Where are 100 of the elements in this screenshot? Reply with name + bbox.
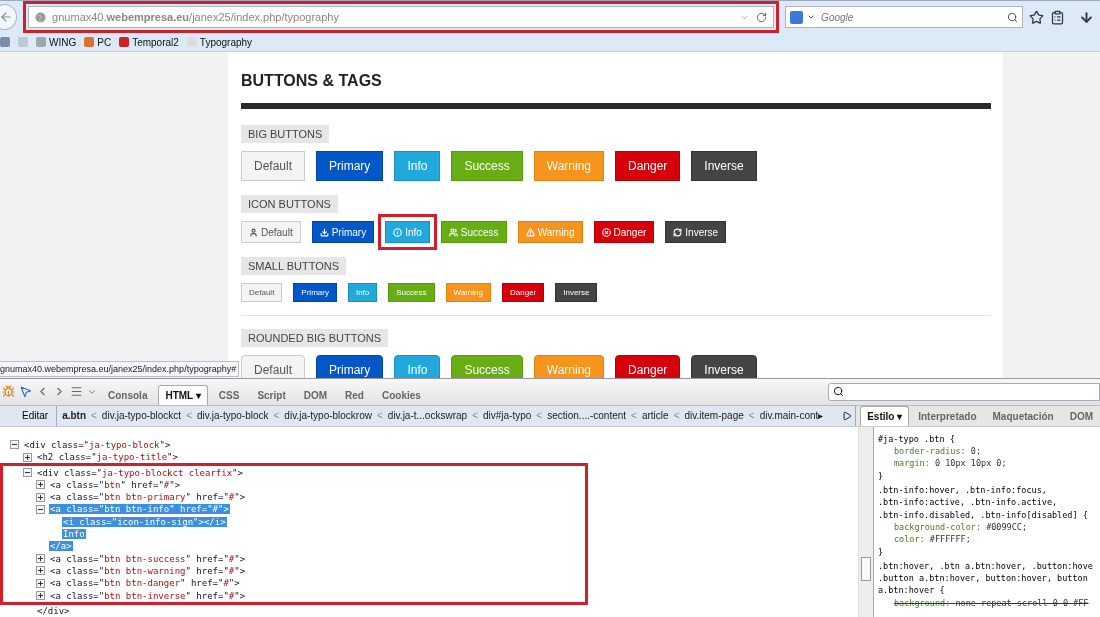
expand-icon[interactable] (36, 554, 45, 564)
inspect-icon[interactable] (19, 385, 32, 399)
page-button[interactable]: Primary (293, 283, 337, 303)
collapse-icon[interactable] (36, 504, 45, 514)
warning-icon (525, 227, 535, 237)
panel-tab[interactable]: Cookies (375, 384, 428, 405)
search-field[interactable]: Google (819, 10, 1003, 24)
expand-icon[interactable] (36, 578, 45, 588)
bookmark[interactable]: PC (84, 36, 112, 48)
breadcrumb-separator: < (536, 410, 543, 422)
breadcrumb[interactable]: div.ja-t...ockswrap (387, 410, 468, 422)
breadcrumb-separator: < (273, 410, 280, 422)
breadcrumb[interactable]: div.main-cont▸ (759, 410, 824, 422)
back-icon (0, 10, 14, 24)
section-title: SMALL BUTTONS (241, 257, 347, 276)
edit-button[interactable]: Editar (0, 405, 58, 426)
css-declaration: background-color: #0099CC; (893, 520, 1029, 534)
collapse-icon[interactable] (10, 440, 19, 450)
panel-tab[interactable]: DOM (1062, 405, 1100, 426)
breadcrumb-separator: < (186, 410, 192, 422)
breadcrumb[interactable]: div#ja-typo (482, 410, 532, 422)
search-bar[interactable]: Google (785, 6, 1023, 28)
expand-icon[interactable] (23, 452, 32, 462)
scroll-right-icon[interactable] (842, 410, 853, 421)
section-title: ROUNDED BIG BUTTONS (241, 329, 389, 348)
panel-tab[interactable]: Estilo ▾ (860, 405, 910, 426)
bookmark[interactable]: WING (36, 36, 77, 48)
users-icon (448, 227, 458, 237)
breadcrumb[interactable]: div.item-page (684, 410, 744, 422)
page-button[interactable]: Primary (311, 221, 375, 244)
breadcrumb[interactable]: section....-content (547, 410, 627, 422)
code-line[interactable]: <h2 class="ja-typo-title"> (36, 452, 179, 463)
menu-icon[interactable] (70, 385, 83, 399)
panel-tab[interactable]: CSS (211, 384, 247, 405)
breadcrumb-separator: < (472, 410, 478, 422)
page-button[interactable]: Inverse (665, 221, 727, 244)
page-button[interactable]: Default (241, 283, 283, 303)
bookmark-icon[interactable] (0, 37, 10, 48)
breadcrumb-separator: < (631, 410, 637, 422)
panel-tab[interactable]: HTML ▾ (158, 384, 208, 405)
page-button[interactable]: Default (241, 151, 306, 182)
search-field[interactable] (828, 382, 1100, 401)
star-icon[interactable] (1029, 9, 1044, 25)
bookmark[interactable]: Temporal2 (119, 36, 179, 48)
expand-icon[interactable] (36, 480, 45, 490)
page-button[interactable]: Inverse (691, 151, 757, 182)
page-button[interactable]: Inverse (691, 355, 757, 378)
code-line[interactable]: <a class="btn btn-inverse" href="#"> (49, 590, 247, 601)
code-line[interactable]: <a class="btn btn-success" href="#"> (49, 553, 247, 564)
clipboard-icon[interactable] (1050, 9, 1065, 25)
address-bar[interactable]: gnumax40.webempresa.eu/janex25/index.php/typography (28, 6, 775, 28)
download-icon[interactable] (1079, 9, 1094, 25)
breadcrumb[interactable]: div.ja-typo-blockrow (284, 410, 372, 422)
search-icon (833, 386, 844, 398)
page-button[interactable]: Inverse (555, 283, 598, 303)
panel-tab[interactable]: Consola (101, 384, 155, 405)
code-line[interactable]: <div class="ja-typo-blockct clearfix"> (36, 467, 244, 478)
panel-tab[interactable]: Maquetación (985, 405, 1061, 426)
page-button[interactable]: Primary (316, 355, 384, 378)
breadcrumb-separator: < (748, 410, 755, 422)
page-button[interactable]: Danger (502, 283, 545, 303)
code-line[interactable]: <a class="btn btn-danger" href="#"> (49, 578, 241, 589)
css-selector: .btn:hover, .btn a.btn:hover, .button:hove (878, 559, 1094, 573)
page-button[interactable]: Danger (593, 221, 655, 244)
code-line[interactable]: <a class="btn btn-warning" href="#"> (49, 565, 247, 576)
panel-tab[interactable]: Interpretado (911, 405, 984, 426)
breadcrumb[interactable]: div.ja-typo-block (197, 410, 269, 422)
refresh-icon (673, 227, 683, 237)
bookmark[interactable]: Typography (186, 36, 253, 48)
expand-icon[interactable] (36, 492, 45, 502)
panel-tab[interactable]: Script (250, 384, 293, 405)
url-text: gnumax40.webempresa.eu/janex25/index.php/typography (52, 11, 340, 23)
search-icon[interactable] (1007, 11, 1018, 23)
css-declaration: border-radius: 0; (893, 445, 983, 458)
panel-tab[interactable]: DOM (296, 384, 335, 405)
expand-icon[interactable] (36, 591, 45, 601)
page-button[interactable]: Default (241, 221, 301, 244)
panel-tab[interactable]: Red (338, 384, 371, 405)
code-line[interactable]: <a class="btn" href="#"> (49, 479, 182, 490)
css-selector: .button a.btn:hover, button:hover, button (878, 572, 1089, 585)
code-line[interactable]: <a class="btn btn-primary" href="#"> (49, 492, 247, 503)
breadcrumb[interactable]: div.ja-typo-blockct (101, 410, 182, 422)
code-line[interactable]: <div class="ja-typo-block"> (23, 440, 172, 450)
page-button[interactable]: Primary (316, 151, 384, 182)
breadcrumb[interactable]: a.btn (62, 410, 86, 422)
expand-icon[interactable] (36, 566, 45, 576)
css-brace: } (878, 469, 885, 483)
page-button[interactable]: Danger (615, 151, 681, 182)
caret-icon[interactable] (807, 13, 816, 21)
collapse-icon[interactable] (23, 468, 32, 478)
page-button[interactable]: Danger (615, 355, 681, 378)
scrollbar[interactable] (858, 426, 874, 617)
reload-icon[interactable] (756, 11, 768, 23)
section-title: ICON BUTTONS (241, 195, 338, 214)
breadcrumb-separator: < (673, 410, 680, 422)
url-tooltip: gnumax40.webempresa.eu/janex25/index.php/typography# (0, 360, 240, 377)
info-icon (393, 227, 403, 237)
breadcrumb[interactable]: article (641, 410, 669, 422)
page-button[interactable]: Default (241, 355, 306, 378)
search-engine-icon[interactable] (790, 10, 804, 24)
